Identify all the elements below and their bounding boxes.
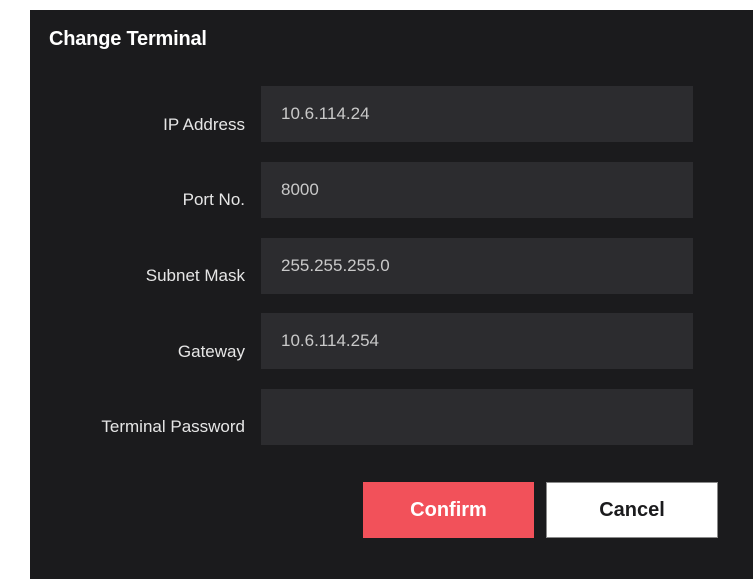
- terminal-password-field[interactable]: [261, 389, 693, 445]
- terminal-password-label: Terminal Password: [101, 417, 245, 436]
- gateway-label: Gateway: [177, 342, 245, 361]
- subnet-mask-field[interactable]: [261, 238, 693, 294]
- confirm-button[interactable]: Confirm: [363, 482, 534, 538]
- ip-address-label: IP Address: [163, 115, 245, 134]
- ip-address-field[interactable]: [261, 86, 693, 142]
- subnet-mask-label: Subnet Mask: [145, 266, 245, 285]
- change-terminal-dialog: Change Terminal IP Address Port No. Subn…: [30, 10, 753, 579]
- gateway-field[interactable]: [261, 313, 693, 369]
- port-field[interactable]: [261, 162, 693, 218]
- dialog-title: Change Terminal: [49, 28, 207, 50]
- cancel-button[interactable]: Cancel: [546, 482, 718, 538]
- port-label: Port No.: [182, 190, 245, 209]
